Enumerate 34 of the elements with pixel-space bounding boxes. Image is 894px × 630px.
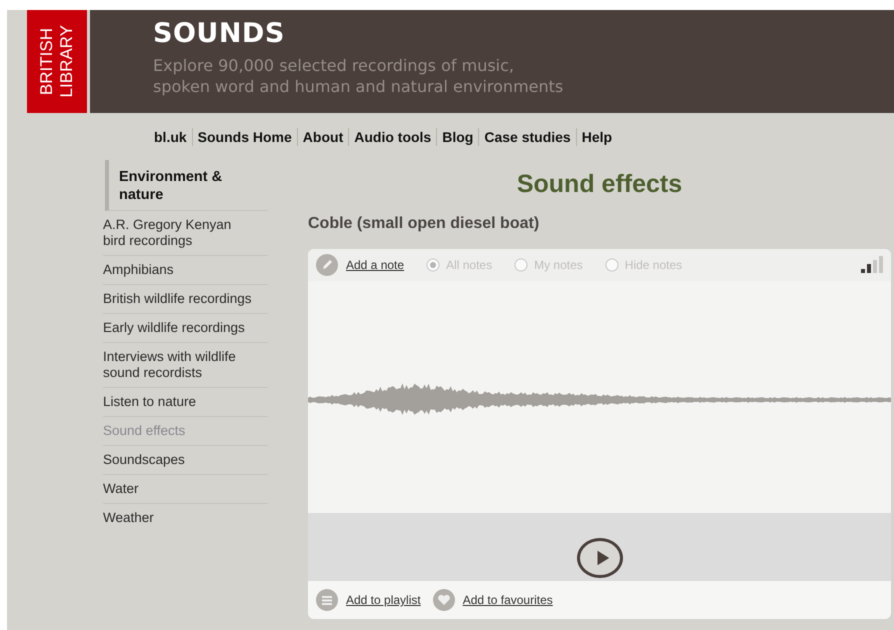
sidebar-item[interactable]: Weather [103, 504, 268, 532]
sidebar-item[interactable]: Interviews with wildlife sound recordists [103, 343, 268, 388]
nav-link[interactable]: About [302, 129, 344, 145]
nav-link[interactable]: Audio tools [353, 129, 432, 145]
sidebar-item[interactable]: Water [103, 475, 268, 504]
play-button[interactable] [576, 538, 622, 578]
logo-text: LIBRARY [57, 25, 77, 98]
list-icon[interactable] [316, 589, 338, 611]
sidebar-item[interactable]: A.R. Gregory Kenyan bird recordings [103, 211, 268, 256]
radio-button[interactable] [604, 258, 619, 272]
page-title: Sound effects [516, 170, 684, 199]
sidebar-item[interactable]: British wildlife recordings [103, 285, 268, 314]
sidebar-item[interactable]: Early wildlife recordings [103, 314, 268, 343]
tagline: Explore 90,000 selected recordings of music, spoken word and human and natural environments [153, 55, 564, 97]
logo[interactable]: BRITISH LIBRARY [27, 10, 87, 113]
pencil-icon[interactable] [316, 254, 338, 276]
nav-link[interactable]: Help [580, 129, 614, 145]
sidebar-heading: Environment & nature [105, 160, 268, 211]
nav-link[interactable]: bl.uk [153, 129, 188, 145]
action-link[interactable]: Add to favourites [462, 593, 553, 607]
sidebar-item[interactable]: Amphibians [103, 256, 268, 285]
recording-title: Coble (small open diesel boat) [308, 215, 540, 233]
action-link[interactable]: Add to playlist [346, 593, 421, 607]
logo-text: BRITISH [37, 28, 57, 96]
sidebar-item[interactable]: Listen to nature [103, 388, 268, 417]
signal-bars-icon [861, 256, 883, 274]
add-note-link[interactable]: Add a note [346, 258, 404, 272]
nav-link[interactable]: Case studies [483, 129, 572, 145]
sidebar-item[interactable]: Soundscapes [103, 446, 268, 475]
radio-button[interactable] [514, 258, 528, 272]
site-title: SOUNDS [153, 18, 286, 49]
nav-link[interactable]: Sounds Home [196, 129, 293, 145]
nav-link[interactable]: Blog [441, 129, 474, 145]
radio-button[interactable] [426, 258, 440, 272]
